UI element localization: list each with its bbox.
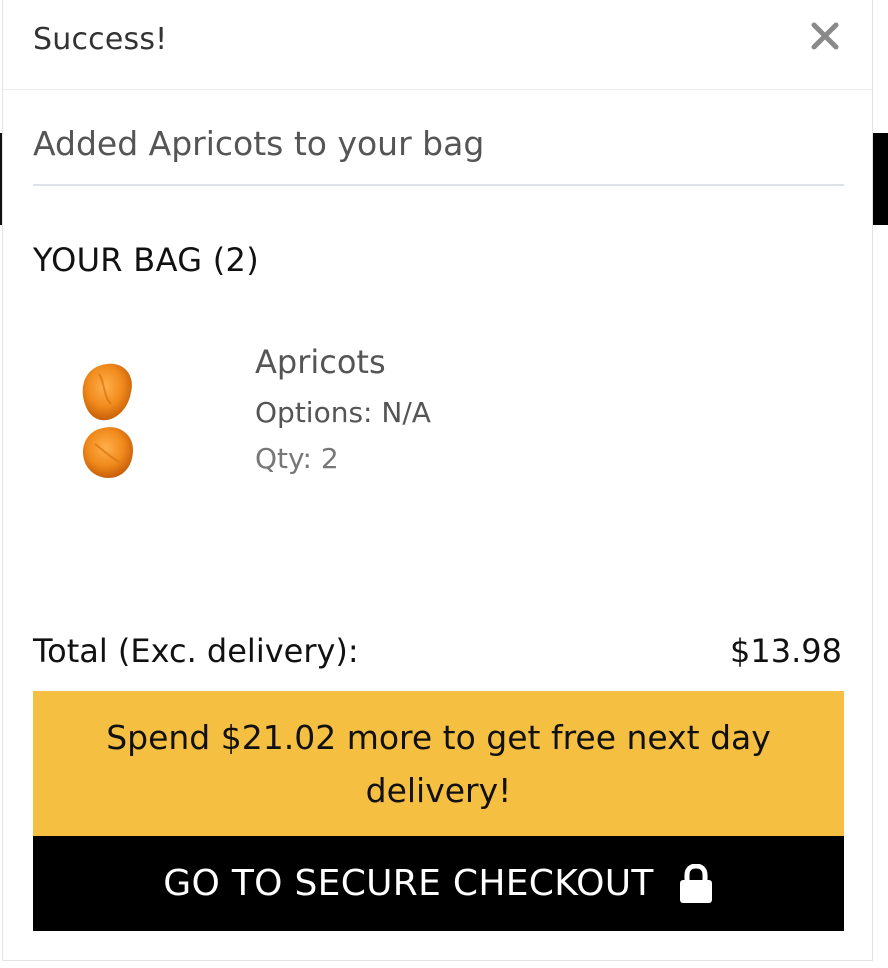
product-image[interactable]: [63, 352, 153, 492]
modal-title: Success!: [33, 22, 168, 57]
lock-icon: [679, 863, 712, 903]
dried-apricots-image: [82, 363, 133, 478]
checkout-label: GO TO SECURE CHECKOUT: [163, 863, 654, 904]
product-qty: Qty: 2: [255, 442, 339, 475]
bag-heading: YOUR BAG (2): [33, 241, 259, 279]
divider: [33, 184, 844, 186]
total-value: $13.98: [730, 632, 842, 670]
added-to-bag-modal: Success! Added Apricots to your bag YOUR…: [2, 0, 873, 961]
background-edge-right: [872, 133, 888, 225]
total-label: Total (Exc. delivery):: [33, 632, 359, 670]
close-button[interactable]: [803, 14, 847, 58]
modal-header: Success!: [3, 0, 872, 90]
close-icon: [811, 22, 839, 50]
secure-checkout-button[interactable]: GO TO SECURE CHECKOUT: [33, 836, 844, 931]
added-message: Added Apricots to your bag: [33, 124, 485, 163]
free-delivery-banner: Spend $21.02 more to get free next day d…: [33, 691, 844, 836]
product-name[interactable]: Apricots: [255, 343, 386, 381]
product-options: Options: N/A: [255, 396, 431, 429]
